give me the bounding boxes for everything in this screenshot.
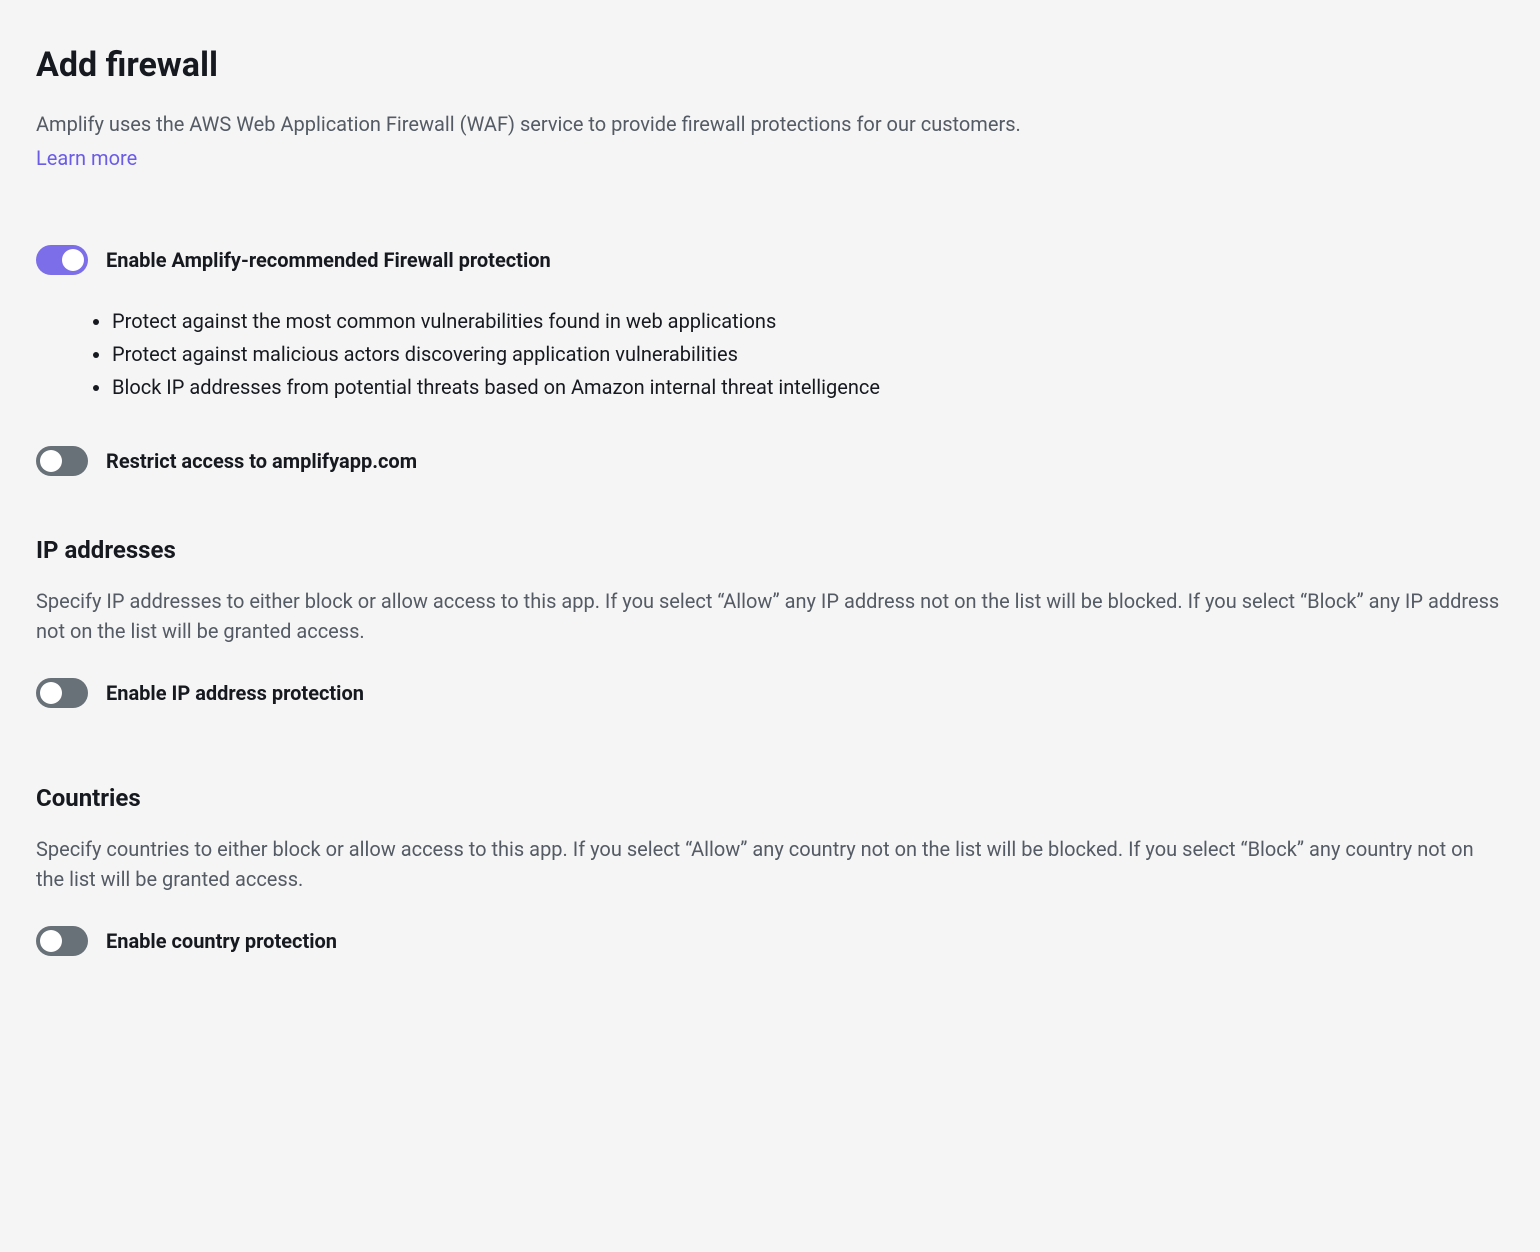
toggle-ip-label: Enable IP address protection (106, 678, 364, 708)
learn-more-link[interactable]: Learn more (36, 146, 137, 170)
toggle-recommended-protection[interactable] (36, 245, 88, 275)
toggle-ip-protection[interactable] (36, 678, 88, 708)
toggle-knob-icon (40, 450, 62, 472)
list-item: Block IP addresses from potential threat… (112, 371, 1504, 404)
toggle-country-protection[interactable] (36, 926, 88, 956)
recommended-bullet-list: Protect against the most common vulnerab… (112, 305, 1504, 404)
toggle-knob-icon (40, 682, 62, 704)
toggle-country-label: Enable country protection (106, 926, 337, 956)
toggle-restrict-access[interactable] (36, 446, 88, 476)
page-title: Add firewall (36, 40, 1504, 91)
toggle-knob-icon (40, 930, 62, 952)
countries-heading: Countries (36, 780, 1504, 816)
toggle-restrict-label: Restrict access to amplifyapp.com (106, 446, 417, 476)
list-item: Protect against the most common vulnerab… (112, 305, 1504, 338)
countries-description: Specify countries to either block or all… (36, 834, 1504, 894)
page-description: Amplify uses the AWS Web Application Fir… (36, 109, 1504, 139)
toggle-knob-icon (62, 249, 84, 271)
ip-addresses-description: Specify IP addresses to either block or … (36, 586, 1504, 646)
ip-addresses-heading: IP addresses (36, 532, 1504, 568)
toggle-recommended-label: Enable Amplify-recommended Firewall prot… (106, 245, 551, 275)
list-item: Protect against malicious actors discove… (112, 338, 1504, 371)
